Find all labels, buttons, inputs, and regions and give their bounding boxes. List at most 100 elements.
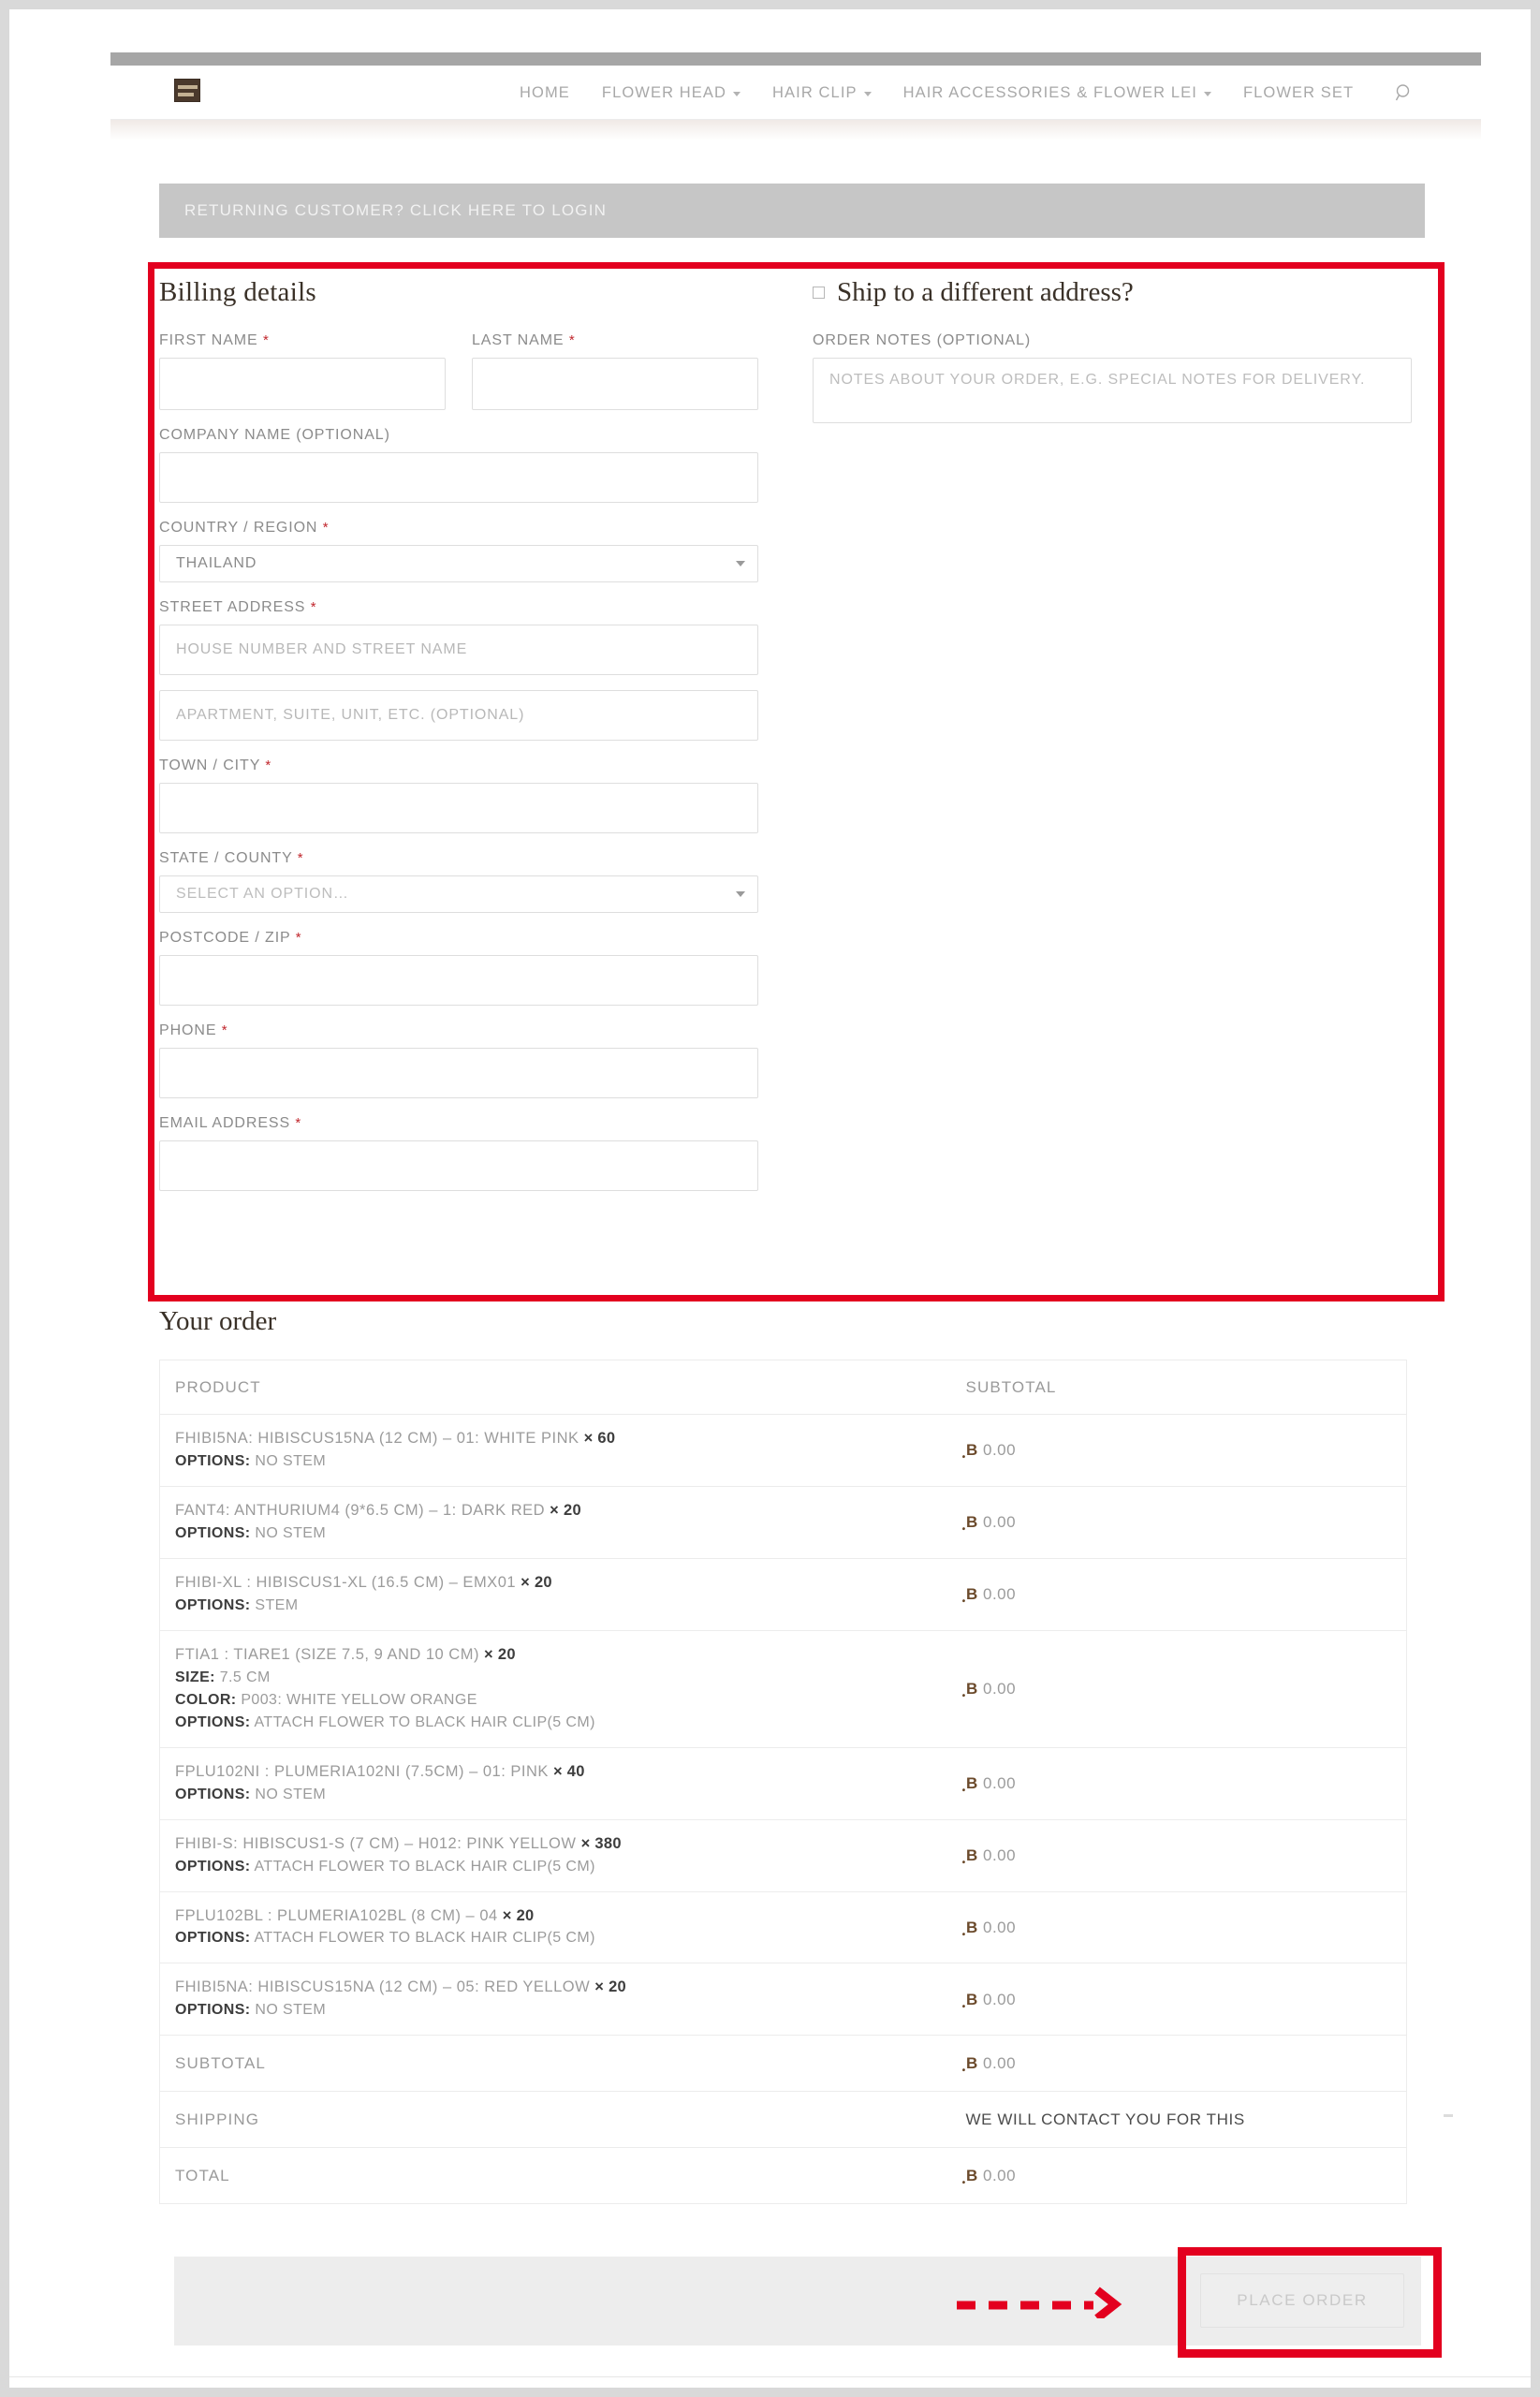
totals-row: SUBTOTALฺB 0.00 [159,2035,1407,2093]
subtotal-amount: ฺB 0.00 [965,1585,1017,1604]
table-row: FHIBI5NA: HIBISCUS15NA (12 CM) – 05: RED… [159,1963,1407,2037]
currency-symbol: ฺB [965,1846,978,1865]
top-accent-bar [110,52,1481,66]
postcode-zip-input[interactable] [159,955,758,1006]
main-navigation: HOME FLOWER HEAD HAIR CLIP HAIR ACCESSOR… [504,66,1430,120]
dashed-arrow-right-icon [957,2287,1122,2318]
product-quantity: × 20 [594,1978,627,1996]
totals-label: SHIPPING [175,2110,260,2128]
product-meta-key: OPTIONS: [175,1930,251,1947]
ship-to-different-address-checkbox[interactable] [813,287,825,299]
product-meta-key: COLOR: [175,1691,237,1708]
phone-input[interactable] [159,1048,758,1098]
ship-to-different-address-label: Ship to a different address? [837,277,1134,307]
label-text: STREET ADDRESS [159,599,306,615]
nav-item-flower-head[interactable]: FLOWER HEAD [586,84,756,102]
label-text: STATE / COUNTY [159,850,293,866]
currency-symbol: ฺB [965,1990,978,2008]
product-meta: OPTIONS: ATTACH FLOWER TO BLACK HAIR CLI… [175,1927,936,1949]
required-marker: * [262,332,270,348]
subtotal-cell: ฺB 0.00 [950,1963,1407,2037]
country-region-select[interactable]: THAILAND [159,545,758,582]
product-cell: FTIA1 : TIARE1 (SIZE 7.5, 9 AND 10 CM) ×… [159,1630,951,1748]
nav-item-flower-set[interactable]: FLOWER SET [1227,84,1370,102]
ship-to-different-address-heading[interactable]: Ship to a different address? [813,277,1412,308]
returning-customer-link[interactable]: RETURNING CUSTOMER? CLICK HERE TO LOGIN [184,201,607,220]
table-row: FHIBI-XL : HIBISCUS1-XL (16.5 CM) – EMX0… [159,1558,1407,1631]
chevron-down-icon [733,92,741,96]
currency-symbol: ฺB [965,2054,978,2073]
product-name: FTIA1 : TIARE1 (SIZE 7.5, 9 AND 10 CM) ×… [175,1645,516,1663]
product-meta-key: OPTIONS: [175,1786,251,1802]
totals-value-cell: WE WILL CONTACT YOU FOR THIS [950,2091,1407,2149]
table-row: FTIA1 : TIARE1 (SIZE 7.5, 9 AND 10 CM) ×… [159,1630,1407,1748]
required-marker: * [265,757,272,773]
subtotal-amount: ฺB 0.00 [965,1441,1017,1460]
currency-symbol: ฺB [965,2167,978,2185]
logo-mark-line-1 [178,85,198,89]
returning-customer-banner[interactable]: RETURNING CUSTOMER? CLICK HERE TO LOGIN [159,184,1425,238]
last-name-input[interactable] [472,358,758,410]
order-review-table: PRODUCT SUBTOTAL FHIBI5NA: HIBISCUS15NA … [159,1360,1407,2205]
page-canvas: HOME FLOWER HEAD HAIR CLIP HAIR ACCESSOR… [9,9,1531,2388]
place-order-label: PLACE ORDER [1237,2291,1368,2309]
nav-item-hair-accessories-flower-lei[interactable]: HAIR ACCESSORIES & FLOWER LEI [887,84,1227,102]
table-row: FHIBI-S: HIBISCUS1-S (7 CM) – H012: PINK… [159,1819,1407,1892]
label-text: POSTCODE / ZIP [159,930,291,946]
nav-item-label: HOME [520,83,570,101]
required-marker: * [568,332,576,348]
product-meta-key: SIZE: [175,1669,215,1685]
field-country-region: COUNTRY / REGION * THAILAND [159,520,758,582]
chevron-down-icon [1203,92,1211,96]
postcode-zip-label: POSTCODE / ZIP * [159,930,758,947]
subtotal-amount: ฺB 0.00 [965,1680,1017,1698]
order-notes-textarea[interactable] [813,358,1412,423]
country-region-label: COUNTRY / REGION * [159,520,758,537]
site-header: HOME FLOWER HEAD HAIR CLIP HAIR ACCESSOR… [110,66,1481,120]
field-order-notes: ORDER NOTES (OPTIONAL) [813,332,1412,423]
totals-label: TOTAL [175,2166,230,2184]
nav-item-hair-clip[interactable]: HAIR CLIP [756,84,887,102]
product-name: FPLU102NI : PLUMERIA102NI (7.5CM) – 01: … [175,1762,585,1780]
currency-symbol: ฺB [965,1513,978,1532]
search-icon[interactable] [1379,83,1430,102]
label-text: TOWN / CITY [159,757,260,773]
state-county-value: SELECT AN OPTION… [176,886,349,902]
street-address-line2-input[interactable] [159,690,758,741]
site-logo[interactable] [174,79,200,102]
product-meta-value: ATTACH FLOWER TO BLACK HAIR CLIP(5 CM) [250,1930,595,1947]
product-cell: FHIBI5NA: HIBISCUS15NA (12 CM) – 01: WHI… [159,1414,951,1487]
required-marker: * [295,1115,302,1131]
nav-item-label: FLOWER SET [1242,83,1355,101]
product-name: FHIBI5NA: HIBISCUS15NA (12 CM) – 01: WHI… [175,1430,616,1447]
field-company-name: COMPANY NAME (OPTIONAL) [159,427,758,503]
company-name-input[interactable] [159,452,758,503]
street-address-label: STREET ADDRESS * [159,599,758,616]
field-first-name: FIRST NAME * [159,332,446,410]
state-county-select[interactable]: SELECT AN OPTION… [159,875,758,913]
subtotal-cell: ฺB 0.00 [950,1486,1407,1559]
your-order-title: Your order [159,1306,277,1336]
street-address-line1-input[interactable] [159,625,758,675]
product-meta-key: OPTIONS: [175,1596,251,1613]
product-quantity: × 20 [502,1906,535,1924]
browser-frame: HOME FLOWER HEAD HAIR CLIP HAIR ACCESSOR… [0,0,1540,2397]
product-cell: FPLU102NI : PLUMERIA102NI (7.5CM) – 01: … [159,1747,951,1820]
required-marker: * [297,850,304,866]
town-city-input[interactable] [159,783,758,833]
product-meta-value: ATTACH FLOWER TO BLACK HAIR CLIP(5 CM) [250,1713,595,1730]
subtotal-amount: ฺB 0.00 [965,1918,1017,1936]
email-field[interactable] [159,1140,758,1191]
product-quantity: × 40 [552,1762,585,1780]
product-meta-value: ATTACH FLOWER TO BLACK HAIR CLIP(5 CM) [250,1858,595,1875]
product-meta: OPTIONS: NO STEM [175,1450,936,1473]
product-name: FHIBI-S: HIBISCUS1-S (7 CM) – H012: PINK… [175,1834,622,1852]
place-order-button[interactable]: PLACE ORDER [1200,2273,1404,2328]
nav-item-home[interactable]: HOME [504,84,586,102]
product-quantity: × 380 [580,1834,622,1852]
first-name-input[interactable] [159,358,446,410]
product-name: FHIBI5NA: HIBISCUS15NA (12 CM) – 05: RED… [175,1978,627,1996]
product-name: FHIBI-XL : HIBISCUS1-XL (16.5 CM) – EMX0… [175,1573,552,1591]
company-name-label: COMPANY NAME (OPTIONAL) [159,427,390,443]
subtotal-cell: ฺB 0.00 [950,1891,1407,1964]
